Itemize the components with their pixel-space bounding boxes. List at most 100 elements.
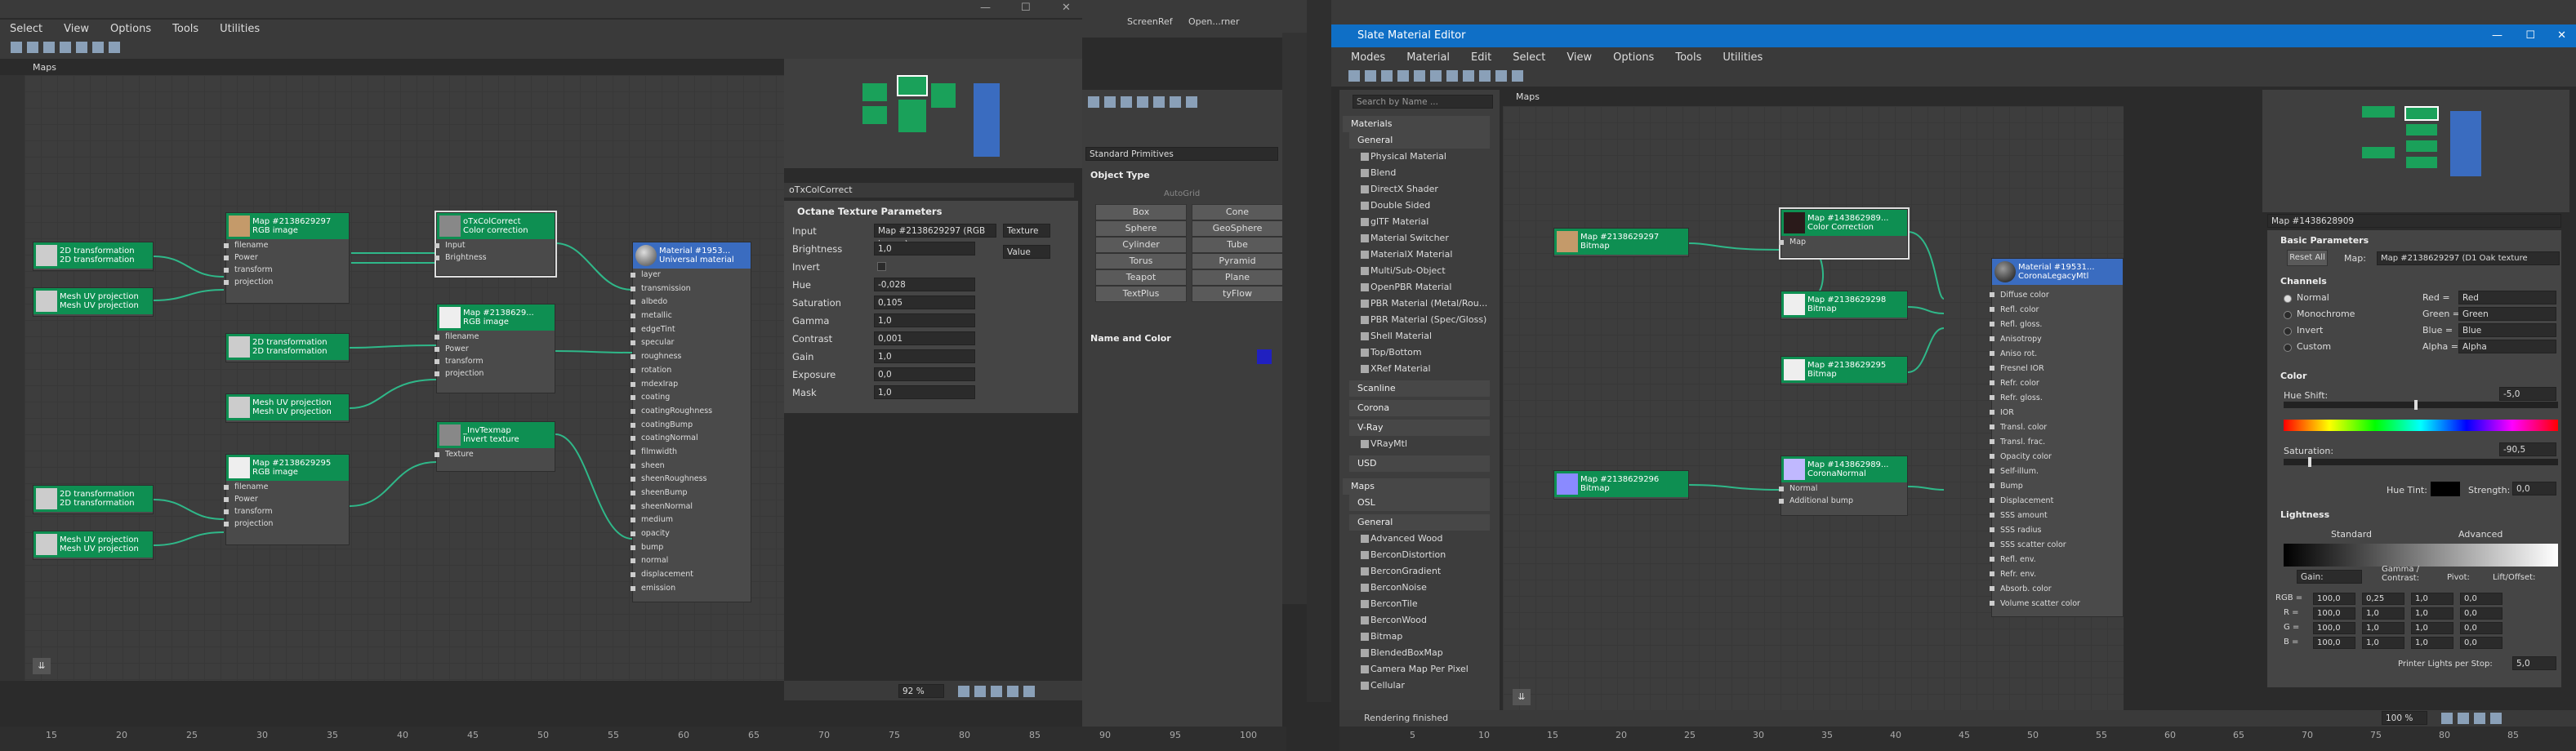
node-mesh-uv-1[interactable]: Mesh UV projection Mesh UV projection xyxy=(33,287,154,317)
node-input[interactable]: projection xyxy=(224,276,349,288)
geometry-icon[interactable] xyxy=(1088,96,1099,108)
channel-map-dropdown[interactable]: Green xyxy=(2458,307,2556,321)
create-box-button[interactable]: Box xyxy=(1095,204,1187,220)
browser-item[interactable]: PBR Material (Spec/Gloss) xyxy=(1343,312,1490,328)
invert-checkbox[interactable] xyxy=(877,262,886,271)
helpers-icon[interactable] xyxy=(1153,96,1165,108)
slider-thumb[interactable] xyxy=(2308,457,2311,467)
pick-icon[interactable] xyxy=(1365,70,1376,82)
create-tube-button[interactable]: Tube xyxy=(1192,237,1283,253)
systems-icon[interactable] xyxy=(1186,96,1197,108)
browser-item[interactable]: Bitmap xyxy=(1343,629,1490,645)
node-input[interactable]: projection xyxy=(435,367,555,380)
param-field[interactable]: 1,0 xyxy=(874,242,975,256)
node-input[interactable]: Self-illum. xyxy=(1990,464,2123,479)
node-input[interactable]: Normal xyxy=(1779,482,1907,495)
node-input[interactable]: coatingBump xyxy=(631,419,751,433)
node-input[interactable]: transform xyxy=(435,355,555,367)
highlight-icon[interactable] xyxy=(1512,70,1523,82)
search-input[interactable]: Search by Name ... xyxy=(1353,95,1493,109)
browser-item[interactable]: Physical Material xyxy=(1343,149,1490,165)
node-input[interactable]: Refr. env. xyxy=(1990,567,2123,582)
node-bitmap-1[interactable]: Map #2138629297 Bitmap xyxy=(1553,228,1689,257)
node-input[interactable]: Aniso rot. xyxy=(1990,347,2123,362)
hue-shift-field[interactable]: -5,0 xyxy=(2499,387,2556,401)
node-2d-transformation-3[interactable]: 2D transformation 2D transformation xyxy=(33,485,154,514)
slider-thumb[interactable] xyxy=(2414,400,2418,410)
rgb-value-field[interactable]: 1,0 xyxy=(2411,593,2453,605)
hue-slider[interactable] xyxy=(2284,400,2558,410)
node-input[interactable]: emission xyxy=(631,582,751,596)
node-map-2[interactable]: Map #2138629... RGB image filename Power tr… xyxy=(435,304,555,393)
node-input[interactable]: roughness xyxy=(631,350,751,364)
menu-edit[interactable]: Edit xyxy=(1471,51,1491,64)
node-input[interactable]: transmission xyxy=(631,282,751,296)
browser-item[interactable]: Cellular xyxy=(1343,678,1490,694)
rgb-value-field[interactable]: 1,0 xyxy=(2411,637,2453,649)
browser-osl-header[interactable]: OSL xyxy=(1349,495,1490,511)
arrange-icon[interactable] xyxy=(1495,70,1507,82)
node-input[interactable]: Diffuse color xyxy=(1990,288,2123,303)
node-input[interactable]: rotation xyxy=(631,364,751,378)
create-pyramid-button[interactable]: Pyramid xyxy=(1192,253,1283,269)
maximize-icon[interactable]: ☐ xyxy=(2525,24,2535,47)
rgb-value-field[interactable]: 0,0 xyxy=(2460,607,2502,620)
browser-general-header[interactable]: General xyxy=(1349,132,1490,149)
advanced-radio[interactable]: Advanced xyxy=(2458,529,2502,540)
node-input[interactable]: albedo xyxy=(631,296,751,309)
browser-maps-general-header[interactable]: General xyxy=(1349,514,1490,531)
browser-item[interactable]: BerconTile xyxy=(1343,596,1490,612)
gain-dropdown[interactable]: Gain: xyxy=(2297,570,2362,584)
node-input[interactable]: layer xyxy=(631,269,751,282)
zoom-region-icon[interactable] xyxy=(2474,713,2485,724)
create-textplus-button[interactable]: TextPlus xyxy=(1095,286,1187,302)
node-input[interactable]: projection xyxy=(224,518,349,530)
node-input[interactable]: Bump xyxy=(1990,479,2123,494)
hand-icon[interactable] xyxy=(958,686,969,697)
node-input[interactable]: Refr. gloss. xyxy=(1990,391,2123,406)
node-input[interactable]: coatingNormal xyxy=(631,432,751,446)
rgb-value-field[interactable]: 1,0 xyxy=(2362,607,2404,620)
select-tool-icon[interactable] xyxy=(1348,70,1360,82)
browser-vray-header[interactable]: V-Ray xyxy=(1349,420,1490,436)
browser-item[interactable]: MaterialX Material xyxy=(1343,247,1490,263)
node-2d-transformation-2[interactable]: 2D transformation 2D transformation xyxy=(225,333,350,362)
node-2d-transformation-1[interactable]: 2D transformation 2D transformation xyxy=(33,242,154,271)
menu-utilities[interactable]: Utilities xyxy=(1723,51,1763,64)
node-input[interactable]: filename xyxy=(224,239,349,251)
right-zoom-field[interactable]: 100 % xyxy=(2382,711,2427,725)
param-type-dropdown[interactable]: Value xyxy=(1003,245,1050,259)
close-icon[interactable]: ✕ xyxy=(1062,2,1071,14)
node-input[interactable]: sheenNormal xyxy=(631,500,751,514)
node-universal-material[interactable]: Material #1953... Universal material laye… xyxy=(631,242,751,602)
browser-item[interactable]: BerconWood xyxy=(1343,612,1490,629)
param-field[interactable]: 0,105 xyxy=(874,296,975,309)
left-scroll-icon[interactable]: ⇊ xyxy=(33,658,51,674)
node-input[interactable]: Refl. color xyxy=(1990,303,2123,318)
node-corona-normal[interactable]: Map #143862989... CoronaNormal Normal Addi… xyxy=(1779,455,1908,516)
browser-item[interactable]: BlendedBoxMap xyxy=(1343,645,1490,661)
zoom-icon[interactable] xyxy=(2458,713,2469,724)
node-map-1[interactable]: Map #2138629297 RGB image filename Power tr… xyxy=(224,212,350,304)
node-input[interactable]: Power xyxy=(224,251,349,264)
browser-item[interactable]: Shell Material xyxy=(1343,328,1490,344)
node-input[interactable]: mdexIrap xyxy=(631,378,751,392)
channel-radio[interactable] xyxy=(2284,344,2292,352)
delete-icon[interactable] xyxy=(1397,70,1409,82)
node-input[interactable]: bump xyxy=(631,541,751,555)
channel-map-dropdown[interactable]: Red xyxy=(2458,291,2556,304)
menu-view[interactable]: View xyxy=(1567,51,1592,64)
node-input[interactable]: Anisotropy xyxy=(1990,332,2123,347)
browser-item[interactable]: XRef Material xyxy=(1343,361,1490,377)
left-zoom-field[interactable]: 92 % xyxy=(898,684,944,698)
node-bitmap-3[interactable]: Map #2138629295 Bitmap xyxy=(1780,356,1908,385)
node-input[interactable]: Refl. env. xyxy=(1990,553,2123,567)
rgb-value-field[interactable]: 100,0 xyxy=(2313,637,2355,649)
node-input[interactable]: displacement xyxy=(631,568,751,582)
browser-scanline-header[interactable]: Scanline xyxy=(1349,380,1490,397)
node-input[interactable]: coating xyxy=(631,391,751,405)
node-input[interactable]: filmwidth xyxy=(631,446,751,460)
node-mesh-uv-3[interactable]: Mesh UV projection Mesh UV projection xyxy=(33,531,154,560)
menu-options[interactable]: Options xyxy=(1613,51,1654,64)
maximize-icon[interactable]: ☐ xyxy=(1021,2,1031,14)
